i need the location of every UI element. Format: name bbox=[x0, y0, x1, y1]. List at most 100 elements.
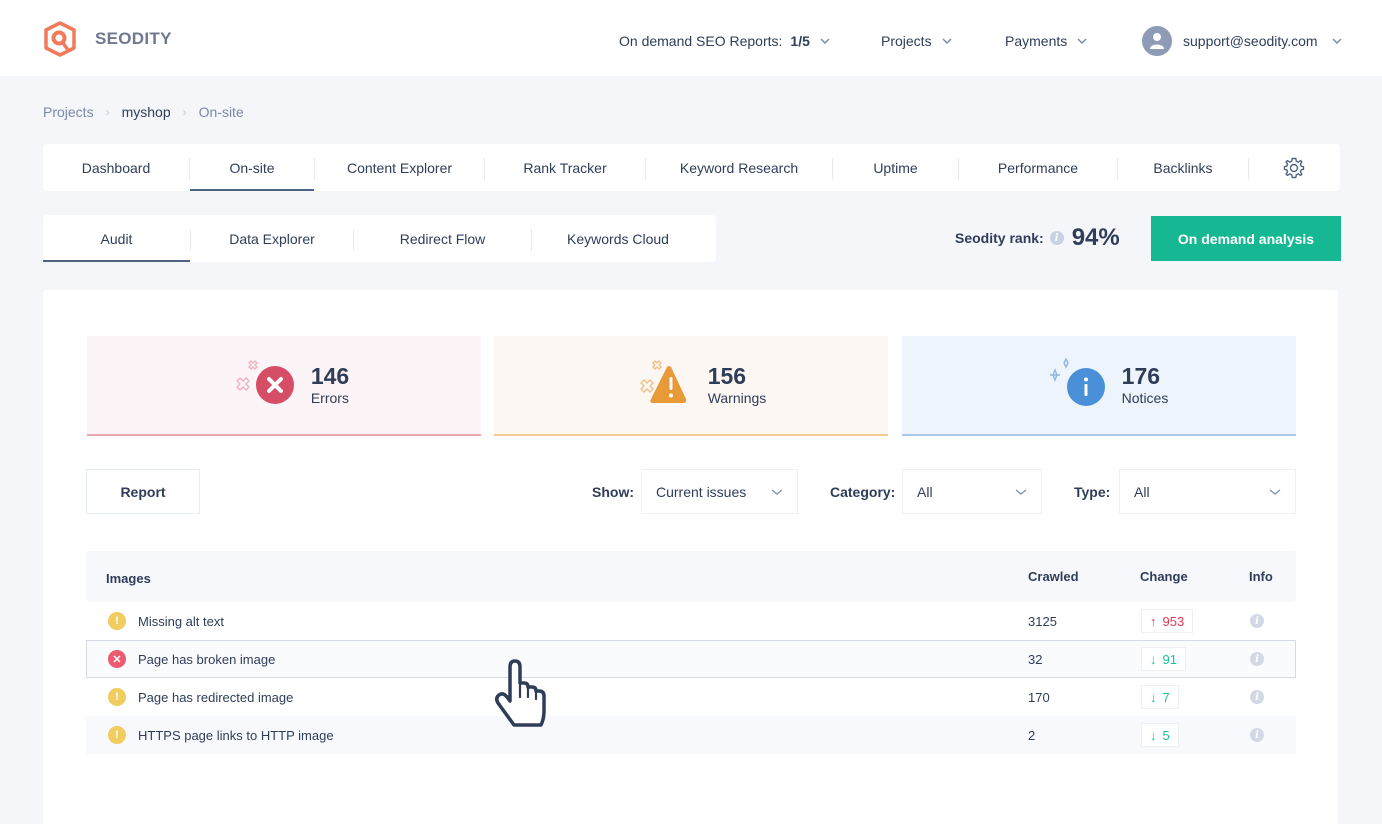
warning-icon: ! bbox=[108, 726, 126, 744]
top-bar: SEODITY On demand SEO Reports: 1/5 Proje… bbox=[0, 0, 1382, 76]
type-label: Type: bbox=[1074, 483, 1111, 500]
seodity-rank: Seodity rank: i 94% bbox=[955, 222, 1120, 254]
notices-summary[interactable]: 176 Notices bbox=[902, 336, 1296, 436]
errors-count: 146 bbox=[310, 363, 350, 389]
hand-pointer-cursor-icon bbox=[494, 659, 546, 727]
subtab-audit[interactable]: Audit bbox=[43, 215, 190, 262]
breadcrumb-separator-icon: › bbox=[182, 105, 187, 119]
payments-label: Payments bbox=[1005, 33, 1068, 49]
tab-dashboard[interactable]: Dashboard bbox=[43, 144, 189, 191]
errors-summary[interactable]: 146 Errors bbox=[87, 336, 481, 436]
breadcrumb-current: On-site bbox=[198, 104, 244, 120]
table-row[interactable]: ! Page has redirected image 170 ↓ 7 i bbox=[86, 678, 1296, 716]
warning-icon: ! bbox=[108, 612, 126, 630]
audit-card: 146 Errors 156 Warnings 176 Notices Repo… bbox=[43, 290, 1338, 824]
breadcrumb-separator-icon: › bbox=[105, 105, 110, 119]
tab-keyword-research[interactable]: Keyword Research bbox=[646, 144, 832, 191]
tab-content-explorer[interactable]: Content Explorer bbox=[315, 144, 484, 191]
arrow-down-icon: ↓ bbox=[1150, 727, 1157, 743]
info-icon[interactable]: i bbox=[1250, 728, 1264, 742]
table-row[interactable]: ! HTTPS page links to HTTP image 2 ↓ 5 i bbox=[86, 716, 1296, 754]
type-select[interactable]: All bbox=[1119, 469, 1296, 514]
arrow-down-icon: ↓ bbox=[1150, 651, 1157, 667]
projects-label: Projects bbox=[881, 33, 932, 49]
on-demand-analysis-button[interactable]: On demand analysis bbox=[1151, 216, 1341, 261]
warning-icon: ! bbox=[108, 688, 126, 706]
rank-label: Seodity rank: bbox=[955, 230, 1044, 246]
settings-button[interactable] bbox=[1249, 144, 1339, 191]
rank-value: 94% bbox=[1071, 224, 1120, 251]
notice-icon bbox=[1049, 357, 1105, 406]
issue-name[interactable]: Page has broken image bbox=[138, 641, 275, 677]
table-row[interactable]: ! Missing alt text 3125 ↑ 953 i bbox=[86, 602, 1296, 640]
warnings-summary[interactable]: 156 Warnings bbox=[494, 336, 888, 436]
subtab-data-explorer[interactable]: Data Explorer bbox=[191, 215, 353, 262]
tab-uptime[interactable]: Uptime bbox=[833, 144, 958, 191]
column-change[interactable]: Change bbox=[1140, 551, 1188, 602]
user-menu[interactable]: support@seodity.com bbox=[1142, 26, 1342, 56]
info-icon[interactable]: i bbox=[1250, 690, 1264, 704]
logo-icon bbox=[44, 21, 76, 57]
user-icon bbox=[1150, 33, 1164, 49]
avatar bbox=[1142, 26, 1172, 56]
sub-tabs: Audit Data Explorer Redirect Flow Keywor… bbox=[43, 215, 716, 262]
category-select[interactable]: All bbox=[902, 469, 1042, 514]
change-badge: ↑ 953 bbox=[1141, 609, 1194, 633]
category-value: All bbox=[917, 483, 933, 500]
breadcrumb-projects[interactable]: Projects bbox=[43, 104, 94, 120]
tab-performance[interactable]: Performance bbox=[959, 144, 1117, 191]
notices-label: Notices bbox=[1121, 390, 1169, 406]
column-crawled[interactable]: Crawled bbox=[1028, 551, 1079, 602]
reports-label: On demand SEO Reports: bbox=[619, 33, 783, 49]
subtab-redirect-flow[interactable]: Redirect Flow bbox=[354, 215, 531, 262]
crawled-count: 2 bbox=[1028, 727, 1036, 743]
show-label: Show: bbox=[592, 483, 634, 500]
breadcrumb: Projects › myshop › On-site bbox=[43, 104, 244, 120]
column-info: Info bbox=[1249, 569, 1273, 584]
issues-table: Images Crawled Change Info ! Missing alt… bbox=[86, 551, 1296, 754]
error-icon: ✕ bbox=[108, 650, 126, 668]
main-tabs: Dashboard On-site Content Explorer Rank … bbox=[43, 144, 1340, 191]
issue-name[interactable]: Missing alt text bbox=[138, 602, 224, 640]
errors-label: Errors bbox=[310, 390, 349, 406]
error-icon bbox=[235, 360, 294, 404]
issue-name[interactable]: HTTPS page links to HTTP image bbox=[138, 716, 334, 754]
crawled-count: 32 bbox=[1028, 651, 1043, 667]
warnings-label: Warnings bbox=[707, 390, 767, 406]
table-header: Images Crawled Change Info bbox=[86, 551, 1296, 602]
arrow-down-icon: ↓ bbox=[1150, 689, 1157, 705]
show-value: Current issues bbox=[656, 483, 747, 500]
chevron-down-icon bbox=[1332, 38, 1342, 44]
change-badge: ↓ 91 bbox=[1141, 647, 1186, 671]
chevron-down-icon bbox=[1269, 489, 1281, 495]
report-button[interactable]: Report bbox=[86, 469, 200, 514]
info-icon[interactable]: i bbox=[1049, 231, 1064, 245]
tab-rank-tracker[interactable]: Rank Tracker bbox=[485, 144, 645, 191]
warnings-count: 156 bbox=[707, 363, 747, 389]
info-icon[interactable]: i bbox=[1250, 652, 1264, 666]
chevron-down-icon bbox=[1015, 489, 1027, 495]
info-icon[interactable]: i bbox=[1250, 614, 1264, 628]
change-badge: ↓ 7 bbox=[1141, 685, 1179, 709]
chevron-down-icon bbox=[1077, 38, 1087, 44]
issue-name[interactable]: Page has redirected image bbox=[138, 678, 293, 716]
reports-dropdown[interactable]: On demand SEO Reports: 1/5 bbox=[619, 26, 830, 56]
reports-value: 1/5 bbox=[790, 33, 810, 49]
gear-icon bbox=[1283, 157, 1305, 178]
show-select[interactable]: Current issues bbox=[641, 469, 798, 514]
breadcrumb-project[interactable]: myshop bbox=[122, 104, 171, 120]
crawled-count: 3125 bbox=[1028, 613, 1057, 629]
type-value: All bbox=[1134, 483, 1150, 500]
projects-dropdown[interactable]: Projects bbox=[881, 26, 952, 56]
payments-dropdown[interactable]: Payments bbox=[1005, 26, 1087, 56]
user-email: support@seodity.com bbox=[1183, 33, 1318, 49]
subtab-keywords-cloud[interactable]: Keywords Cloud bbox=[532, 215, 704, 262]
tab-on-site[interactable]: On-site bbox=[190, 144, 314, 191]
change-badge: ↓ 5 bbox=[1141, 723, 1179, 747]
notices-count: 176 bbox=[1121, 363, 1161, 389]
crawled-count: 170 bbox=[1028, 689, 1050, 705]
tab-backlinks[interactable]: Backlinks bbox=[1118, 144, 1248, 191]
logo[interactable]: SEODITY bbox=[42, 21, 172, 57]
column-images: Images bbox=[106, 571, 151, 586]
table-row[interactable]: ✕ Page has broken image 32 ↓ 91 i bbox=[86, 640, 1296, 678]
